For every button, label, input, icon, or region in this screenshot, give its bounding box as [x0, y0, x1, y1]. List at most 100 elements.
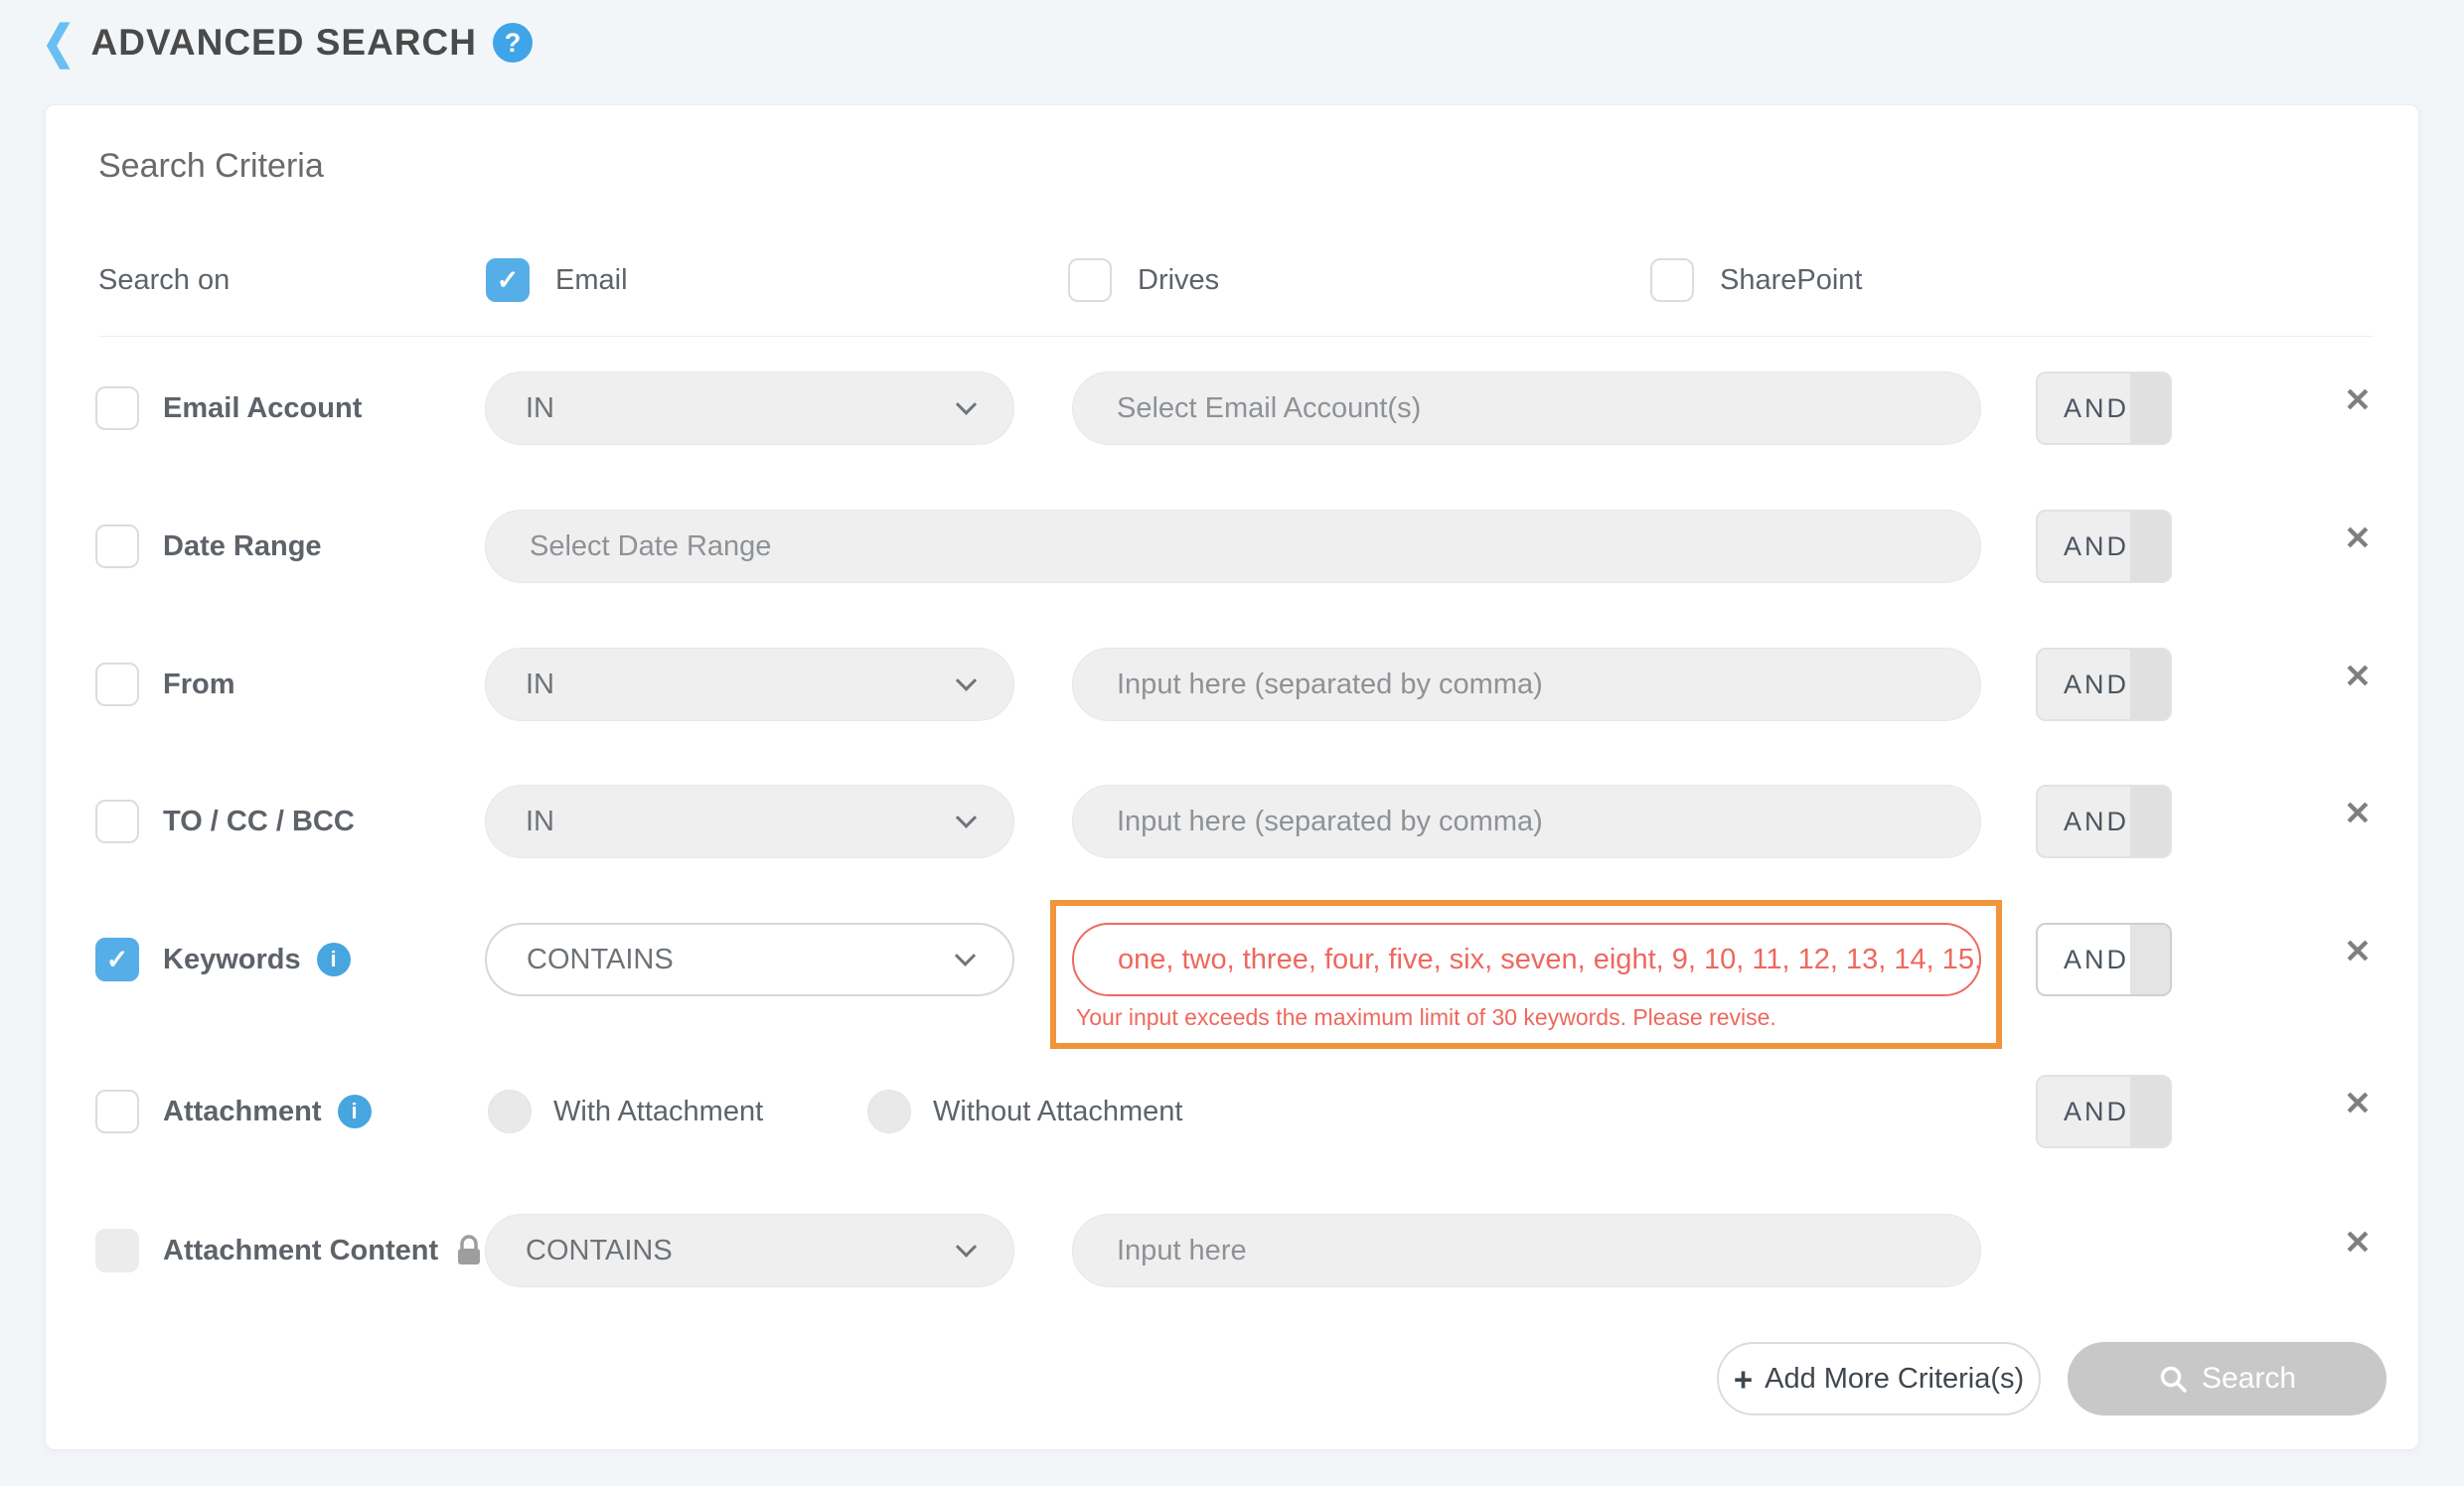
search-on-row: Search on ✓ Email ✓ Drives ✓ SharePoint — [46, 243, 2418, 317]
with-attachment-option[interactable]: With Attachment — [488, 1075, 763, 1148]
check-icon: ✓ — [497, 265, 520, 296]
email-option-label: Email — [555, 264, 628, 297]
toggle-knob[interactable] — [2130, 373, 2170, 443]
check-icon: ✓ — [1661, 265, 1684, 296]
to-cc-bcc-label: TO / CC / BCC — [163, 785, 355, 858]
keywords-label: Keywords — [163, 944, 301, 976]
check-icon: ✓ — [106, 945, 129, 975]
to-cc-bcc-input[interactable]: Input here (separated by comma) — [1072, 785, 1981, 858]
back-chevron-icon[interactable]: ❮ — [42, 20, 76, 66]
without-attachment-label: Without Attachment — [933, 1096, 1182, 1128]
search-button[interactable]: Search — [2068, 1342, 2387, 1415]
remove-keywords-icon[interactable]: ✕ — [2336, 929, 2380, 972]
plus-icon: + — [1734, 1363, 1753, 1396]
toggle-knob[interactable] — [2130, 1077, 2170, 1146]
remove-to-cc-bcc-icon[interactable]: ✕ — [2336, 791, 2380, 834]
remove-attachment-content-icon[interactable]: ✕ — [2336, 1220, 2380, 1263]
attachment-label: Attachment — [163, 1096, 322, 1128]
attachment-content-label: Attachment Content — [163, 1235, 438, 1267]
check-icon: ✓ — [1079, 265, 1102, 296]
check-icon: ✓ — [106, 531, 129, 562]
search-on-label: Search on — [98, 243, 230, 317]
without-attachment-option[interactable]: Without Attachment — [867, 1075, 1182, 1148]
search-icon — [2158, 1364, 2188, 1394]
with-attachment-radio[interactable] — [488, 1090, 532, 1133]
email-account-operator-select[interactable]: IN — [485, 372, 1014, 445]
from-and-toggle[interactable]: AND — [2036, 648, 2172, 721]
connector-label: AND — [2064, 1097, 2129, 1127]
check-icon: ✓ — [106, 669, 129, 700]
check-icon: ✓ — [106, 1097, 129, 1127]
keywords-info-icon[interactable]: i — [317, 943, 351, 976]
connector-label: AND — [2064, 807, 2129, 837]
date-range-input[interactable]: Select Date Range — [485, 510, 1981, 583]
connector-label: AND — [2064, 393, 2129, 424]
email-checkbox[interactable]: ✓ — [486, 258, 530, 302]
keywords-checkbox[interactable]: ✓ — [95, 938, 139, 981]
toggle-knob[interactable] — [2130, 512, 2170, 581]
search-on-option-email[interactable]: ✓ Email — [486, 243, 628, 317]
help-icon[interactable]: ? — [493, 23, 533, 63]
criteria-row-from: ✓ From IN Input here (separated by comma… — [46, 648, 2418, 721]
with-attachment-label: With Attachment — [553, 1096, 763, 1128]
criteria-row-attachment: ✓ Attachment i With Attachment Without A… — [46, 1075, 2418, 1148]
chevron-down-icon — [956, 807, 977, 827]
remove-from-icon[interactable]: ✕ — [2336, 654, 2380, 697]
operator-value: CONTAINS — [526, 1235, 673, 1267]
search-criteria-card: Search Criteria Search on ✓ Email ✓ Driv… — [45, 104, 2419, 1450]
from-label: From — [163, 648, 235, 721]
search-on-option-drives[interactable]: ✓ Drives — [1068, 243, 1219, 317]
keywords-input[interactable]: one, two, three, four, five, six, seven,… — [1072, 923, 1981, 996]
toggle-knob[interactable] — [2130, 787, 2170, 856]
keywords-and-toggle[interactable]: AND — [2036, 923, 2172, 996]
from-input[interactable]: Input here (separated by comma) — [1072, 648, 1981, 721]
remove-date-range-icon[interactable]: ✕ — [2336, 516, 2380, 559]
attachment-content-operator-select[interactable]: CONTAINS — [485, 1214, 1014, 1287]
drives-checkbox[interactable]: ✓ — [1068, 258, 1112, 302]
from-operator-select[interactable]: IN — [485, 648, 1014, 721]
to-cc-bcc-and-toggle[interactable]: AND — [2036, 785, 2172, 858]
search-button-label: Search — [2202, 1362, 2296, 1396]
date-range-label: Date Range — [163, 510, 322, 583]
operator-value: IN — [526, 392, 554, 425]
connector-label: AND — [2064, 531, 2129, 562]
attachment-and-toggle[interactable]: AND — [2036, 1075, 2172, 1148]
email-account-checkbox[interactable]: ✓ — [95, 386, 139, 430]
search-on-option-sharepoint[interactable]: ✓ SharePoint — [1650, 243, 1863, 317]
chevron-down-icon — [956, 669, 977, 690]
date-range-checkbox[interactable]: ✓ — [95, 524, 139, 568]
drives-option-label: Drives — [1138, 264, 1219, 297]
criteria-row-keywords: ✓ Keywords i CONTAINS one, two, three, f… — [46, 923, 2418, 996]
connector-label: AND — [2064, 669, 2129, 700]
sharepoint-option-label: SharePoint — [1720, 264, 1863, 297]
date-range-and-toggle[interactable]: AND — [2036, 510, 2172, 583]
card-title: Search Criteria — [98, 147, 324, 186]
to-cc-bcc-checkbox[interactable]: ✓ — [95, 800, 139, 843]
remove-attachment-icon[interactable]: ✕ — [2336, 1081, 2380, 1124]
attachment-checkbox[interactable]: ✓ — [95, 1090, 139, 1133]
lock-icon — [456, 1235, 482, 1266]
attachment-content-checkbox[interactable]: ✓ — [95, 1229, 139, 1272]
email-account-and-toggle[interactable]: AND — [2036, 372, 2172, 445]
add-more-criteria-button[interactable]: + Add More Criteria(s) — [1717, 1342, 2041, 1415]
keywords-operator-select[interactable]: CONTAINS — [485, 923, 1014, 996]
toggle-knob[interactable] — [2130, 925, 2170, 994]
chevron-down-icon — [956, 393, 977, 414]
divider — [98, 336, 2374, 337]
check-icon: ✓ — [106, 807, 129, 837]
chevron-down-icon — [956, 1236, 977, 1257]
from-checkbox[interactable]: ✓ — [95, 663, 139, 706]
to-cc-bcc-operator-select[interactable]: IN — [485, 785, 1014, 858]
criteria-row-to-cc-bcc: ✓ TO / CC / BCC IN Input here (separated… — [46, 785, 2418, 858]
email-account-input[interactable]: Select Email Account(s) — [1072, 372, 1981, 445]
attachment-info-icon[interactable]: i — [338, 1095, 372, 1128]
without-attachment-radio[interactable] — [867, 1090, 911, 1133]
toggle-knob[interactable] — [2130, 650, 2170, 719]
operator-value: CONTAINS — [527, 944, 674, 976]
check-icon: ✓ — [106, 393, 129, 424]
remove-email-account-icon[interactable]: ✕ — [2336, 377, 2380, 421]
page-header: ❮ ADVANCED SEARCH ? — [42, 22, 533, 64]
attachment-content-input[interactable]: Input here — [1072, 1214, 1981, 1287]
sharepoint-checkbox[interactable]: ✓ — [1650, 258, 1694, 302]
keywords-error-message: Your input exceeds the maximum limit of … — [1076, 1004, 1776, 1031]
